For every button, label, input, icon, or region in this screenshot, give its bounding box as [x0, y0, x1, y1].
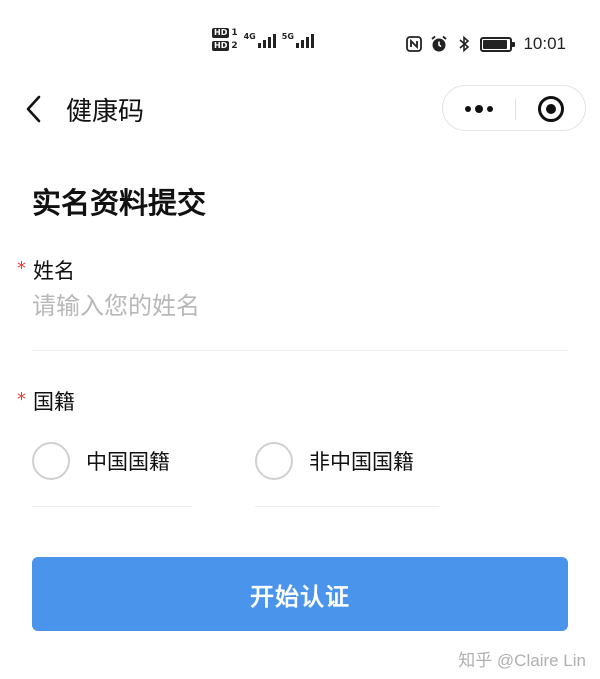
hd-badge-sim2: HD 2: [212, 41, 238, 51]
sim2-signal-icon: 5G: [282, 32, 314, 48]
radio-label: 中国国籍: [86, 450, 170, 474]
divider: [32, 350, 568, 351]
network-type-label: 4G: [243, 32, 256, 41]
sim-number: 1: [231, 28, 238, 38]
back-chevron-icon[interactable]: [22, 94, 46, 124]
hd-label: HD: [212, 28, 230, 38]
status-time: 10:01: [523, 34, 566, 53]
miniprogram-capsule: [442, 85, 586, 131]
divider: [255, 506, 439, 507]
hd-badge-sim1: HD 1: [212, 28, 238, 38]
hd-badges: HD 1 HD 2: [212, 28, 238, 51]
nav-bar: 健康码: [0, 78, 600, 138]
required-mark: *: [17, 389, 26, 410]
alarm-icon: [430, 35, 448, 53]
nationality-label: 国籍: [33, 390, 75, 414]
watermark: 知乎 @Claire Lin: [458, 651, 586, 670]
divider: [32, 506, 192, 507]
network-type-label: 5G: [281, 32, 294, 41]
nfc-icon: [405, 35, 423, 53]
bluetooth-icon: [455, 35, 473, 53]
more-dots-icon[interactable]: [443, 86, 515, 132]
radio-non-chinese-nationality[interactable]: 非中国国籍: [255, 442, 414, 480]
battery-icon: [480, 36, 516, 52]
hd-label: HD: [212, 41, 230, 51]
radio-circle[interactable]: [255, 442, 293, 480]
name-input[interactable]: [32, 286, 568, 326]
sim-number: 2: [231, 41, 238, 51]
miniprogram-close-icon[interactable]: [516, 86, 586, 132]
status-icons: 10:01: [405, 34, 566, 54]
status-bar: HD 1 HD 2 4G 5G 10:01: [0, 0, 600, 80]
page-title: 健康码: [66, 97, 145, 127]
radio-label: 非中国国籍: [309, 450, 414, 474]
name-label: 姓名: [33, 259, 75, 283]
sim1-signal-icon: 4G: [244, 32, 276, 48]
signal-group: HD 1 HD 2 4G 5G: [212, 28, 314, 51]
radio-circle[interactable]: [32, 442, 70, 480]
start-verification-button[interactable]: 开始认证: [32, 557, 568, 631]
required-mark: *: [17, 258, 26, 279]
form-heading: 实名资料提交: [32, 186, 207, 220]
radio-chinese-nationality[interactable]: 中国国籍: [32, 442, 170, 480]
